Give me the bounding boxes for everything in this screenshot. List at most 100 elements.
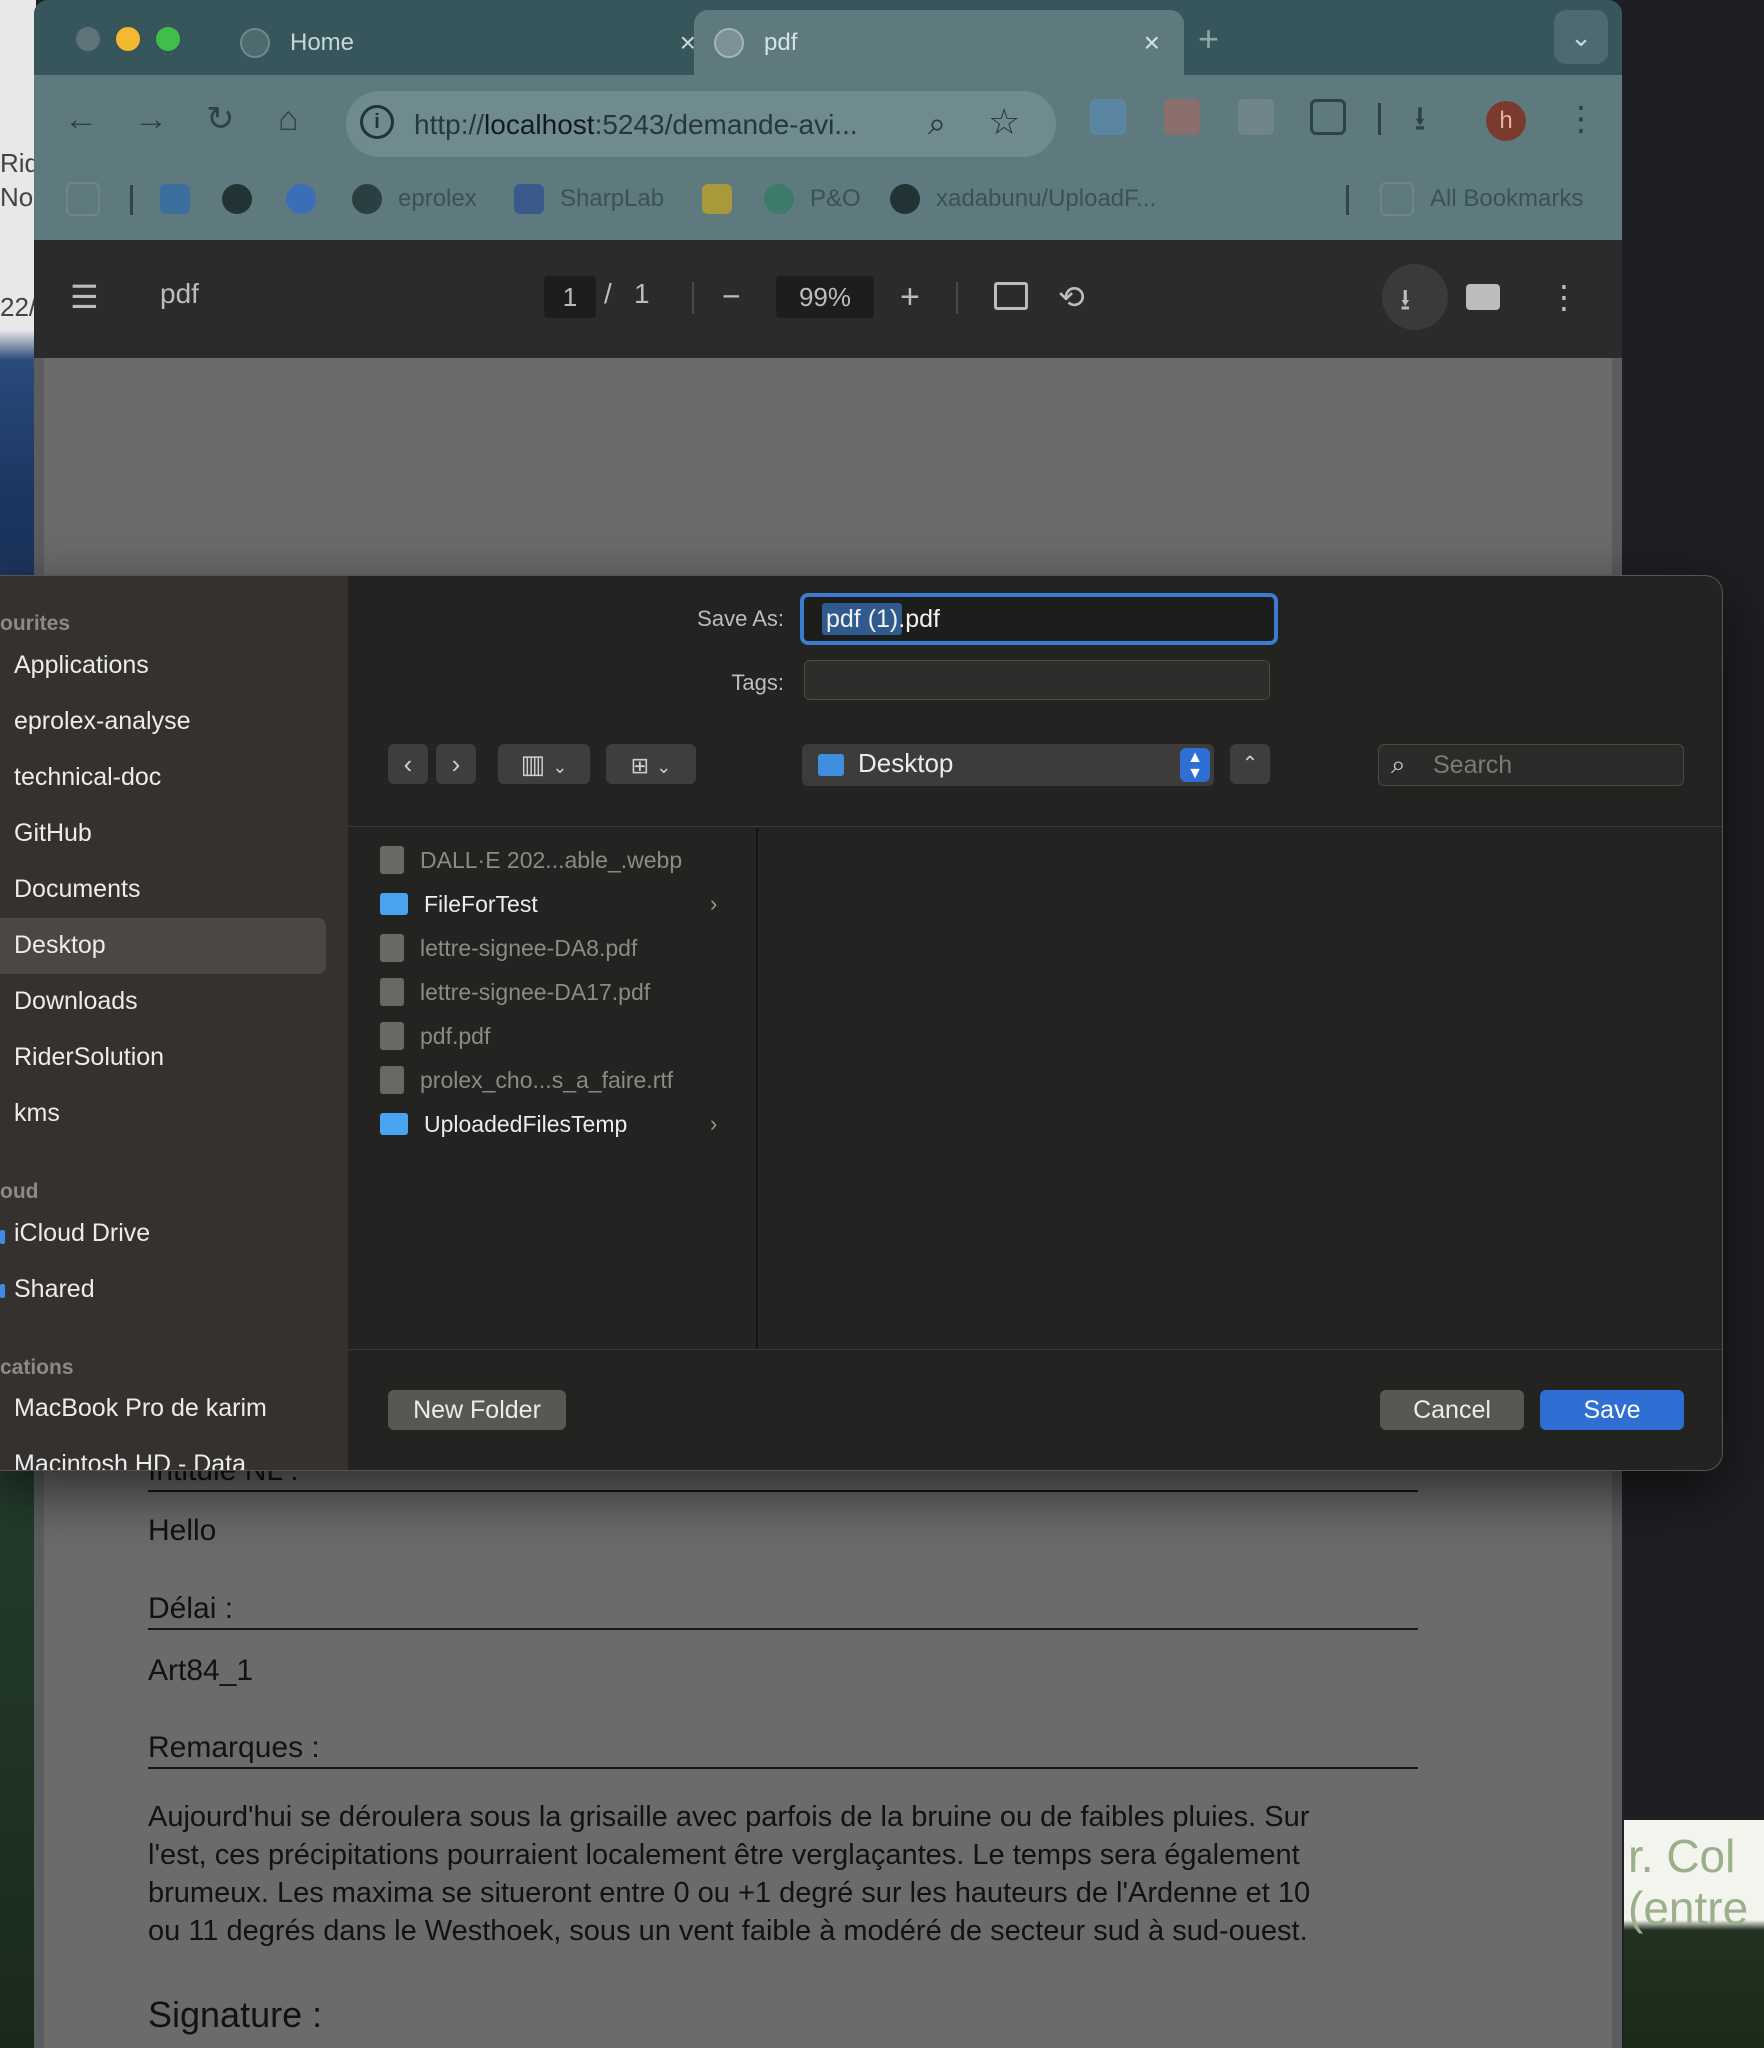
folder-row[interactable]: UploadedFilesTemp › xyxy=(380,1106,717,1142)
chevron-down-icon: ⌄ xyxy=(552,757,568,777)
sidebar-item-shared[interactable]: Shared xyxy=(14,1275,95,1304)
bookmark-sharplab[interactable]: SharpLab xyxy=(514,181,664,217)
bookmark-upload[interactable]: xadabunu/UploadF... xyxy=(890,181,1156,217)
url-text[interactable]: http://localhost:5243/demande-avi... xyxy=(414,109,858,141)
miro-icon xyxy=(702,184,732,214)
bookmark-star-icon[interactable]: ☆ xyxy=(988,101,1020,143)
translate-extension-icon[interactable] xyxy=(1090,99,1126,135)
sidebar-heading-favourites: ourites xyxy=(0,612,71,635)
new-tab-button[interactable]: + xyxy=(1198,18,1219,60)
pdf-more-icon[interactable]: ⋮ xyxy=(1548,278,1580,316)
file-row[interactable]: lettre-signee-DA8.pdf xyxy=(380,930,637,966)
sidebar-item-applications[interactable]: Applications xyxy=(14,651,149,680)
file-row[interactable]: pdf.pdf xyxy=(380,1018,490,1054)
finder-sidebar: ourites Applications eprolex-analyse tec… xyxy=(0,576,348,1470)
site-info-icon[interactable]: i xyxy=(360,105,394,139)
back-button[interactable]: ← xyxy=(64,101,98,137)
print-icon[interactable] xyxy=(1466,284,1500,310)
forward-button[interactable]: › xyxy=(436,744,476,784)
sidebar-item-github[interactable]: GitHub xyxy=(14,819,92,848)
toolbar-divider xyxy=(692,282,694,314)
bookmark-divider xyxy=(1346,185,1349,215)
tab-pdf[interactable]: pdf × xyxy=(694,10,1184,75)
bookmark-miro[interactable] xyxy=(702,181,748,217)
forward-button[interactable]: → xyxy=(134,101,168,137)
group-button[interactable]: ⊞ ⌄ xyxy=(606,744,696,784)
sidebar-item-macbook[interactable]: MacBook Pro de karim xyxy=(14,1394,267,1423)
save-button[interactable]: Save xyxy=(1540,1390,1684,1430)
pdf-toolbar: ☰ pdf 1 / 1 − 99% + ⟲ ⭳ ⋮ xyxy=(34,240,1622,358)
remarks-paragraph: Aujourd'hui se déroulera sous la grisail… xyxy=(148,1801,1311,1947)
fit-page-icon[interactable] xyxy=(994,282,1028,310)
download-button[interactable] xyxy=(1382,264,1448,330)
close-tab-icon[interactable]: × xyxy=(1144,27,1160,59)
github-icon xyxy=(222,184,252,214)
search-placeholder: Search xyxy=(1433,751,1513,779)
eyedropper-extension-icon[interactable] xyxy=(1238,99,1274,135)
tab-search-button[interactable]: ⌄ xyxy=(1554,10,1608,64)
file-row[interactable]: lettre-signee-DA17.pdf xyxy=(380,974,650,1010)
pdf-file-icon xyxy=(380,934,404,962)
apps-icon[interactable] xyxy=(66,181,116,217)
home-button[interactable]: ⌂ xyxy=(278,101,299,137)
minimize-window-button[interactable] xyxy=(116,27,140,51)
sidebar-item-eprolex-analyse[interactable]: eprolex-analyse xyxy=(14,707,191,736)
extension-icon[interactable] xyxy=(1164,99,1200,135)
bookmark-divider xyxy=(130,185,133,215)
folder-icon xyxy=(818,754,844,776)
tags-label: Tags: xyxy=(731,670,784,695)
signature-label: Signature : xyxy=(148,1994,323,2035)
search-input[interactable]: ⌕ Search xyxy=(1378,744,1684,786)
new-folder-button[interactable]: New Folder xyxy=(388,1390,566,1430)
page-number-input[interactable]: 1 xyxy=(544,276,596,318)
bookmark-github[interactable] xyxy=(222,181,268,217)
rotate-icon[interactable]: ⟲ xyxy=(1058,278,1085,316)
tags-input[interactable] xyxy=(804,660,1270,700)
cancel-button[interactable]: Cancel xyxy=(1380,1390,1524,1430)
zoom-out-button[interactable]: − xyxy=(722,278,741,315)
sidebar-item-kms[interactable]: kms xyxy=(14,1099,60,1128)
desktop-peek-text: No xyxy=(0,182,34,212)
file-row[interactable]: prolex_cho...s_a_faire.rtf xyxy=(380,1062,673,1098)
po-icon xyxy=(764,184,794,214)
chevron-right-icon: › xyxy=(710,1111,718,1136)
page-separator: / xyxy=(604,278,612,309)
github-icon xyxy=(890,184,920,214)
sidebar-item-downloads[interactable]: Downloads xyxy=(14,987,138,1016)
icloud-icon xyxy=(0,1230,5,1244)
sidebar-item-technical-doc[interactable]: technical-doc xyxy=(14,763,161,792)
sidebar-menu-icon[interactable]: ☰ xyxy=(70,278,99,316)
sidebar-item-macintosh-hd[interactable]: Macintosh HD - Data xyxy=(14,1450,246,1470)
folder-row[interactable]: FileForTest › xyxy=(380,886,717,922)
bookmark-po[interactable]: P&O xyxy=(764,181,861,217)
location-popup[interactable]: Desktop ▲ ▼ xyxy=(802,744,1214,786)
columns-icon: ▥ xyxy=(520,749,546,779)
filename-input[interactable]: pdf (1).pdf xyxy=(800,593,1278,645)
bookmark-facebook[interactable] xyxy=(286,181,332,217)
maximize-window-button[interactable] xyxy=(156,27,180,51)
view-columns-button[interactable]: ▥ ⌄ xyxy=(498,744,590,784)
tab-home[interactable]: Home × xyxy=(220,10,720,75)
close-window-button[interactable] xyxy=(76,27,100,51)
browser-menu-icon[interactable]: ⋮ xyxy=(1564,101,1598,137)
browser-toolbar: ← → ↻ ⌂ i http://localhost:5243/demande-… xyxy=(34,75,1622,165)
file-row[interactable]: DALL·E 202...able_.webp xyxy=(380,842,682,878)
sidebar-item-documents[interactable]: Documents xyxy=(14,875,140,904)
collapse-button[interactable]: ⌃ xyxy=(1230,744,1270,784)
zoom-input[interactable]: 99% xyxy=(776,276,874,318)
sidebar-item-icloud-drive[interactable]: iCloud Drive xyxy=(14,1219,150,1248)
bookmark-outlook[interactable] xyxy=(160,181,206,217)
back-button[interactable]: ‹ xyxy=(388,744,428,784)
bookmark-eprolex[interactable]: eprolex xyxy=(352,181,477,217)
extensions-puzzle-icon[interactable] xyxy=(1310,99,1346,135)
reload-button[interactable]: ↻ xyxy=(206,101,235,137)
sidebar-item-ridersolution[interactable]: RiderSolution xyxy=(14,1043,164,1072)
zoom-in-button[interactable]: + xyxy=(900,278,920,317)
bookmark-all[interactable]: All Bookmarks xyxy=(1380,181,1583,217)
zoom-icon[interactable]: ⌕ xyxy=(928,105,946,143)
address-bar[interactable]: i http://localhost:5243/demande-avi... ⌕… xyxy=(346,91,1056,157)
sidebar-item-desktop[interactable]: Desktop xyxy=(14,931,106,960)
downloads-icon[interactable]: ⭳ xyxy=(1414,101,1426,137)
avatar[interactable]: h xyxy=(1486,101,1526,141)
chevron-down-icon: ⌄ xyxy=(656,757,672,777)
